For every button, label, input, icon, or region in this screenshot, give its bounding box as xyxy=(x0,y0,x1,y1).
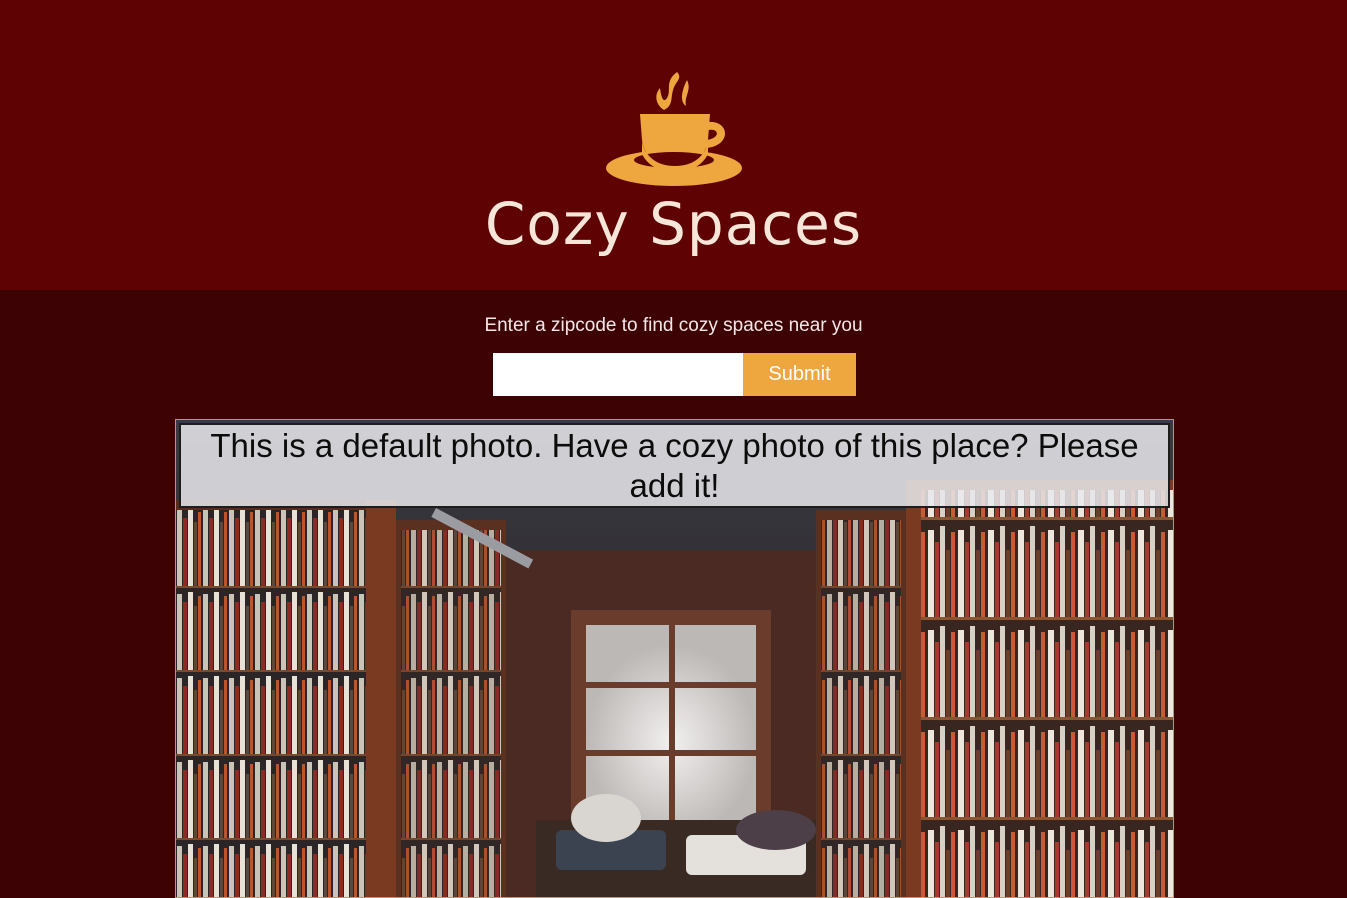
coffee-cup-icon xyxy=(606,72,742,186)
default-photo-caption: This is a default photo. Have a cozy pho… xyxy=(179,423,1170,508)
site-header: Cozy Spaces xyxy=(0,0,1347,290)
submit-button[interactable]: Submit xyxy=(743,353,856,396)
zipcode-search-form: Submit xyxy=(493,353,856,396)
place-photo: This is a default photo. Have a cozy pho… xyxy=(175,419,1174,898)
site-title: Cozy Spaces xyxy=(484,190,863,258)
zipcode-prompt: Enter a zipcode to find cozy spaces near… xyxy=(484,315,863,336)
caption-text: This is a default photo. Have a cozy pho… xyxy=(210,426,1139,504)
zipcode-input[interactable] xyxy=(493,353,743,396)
